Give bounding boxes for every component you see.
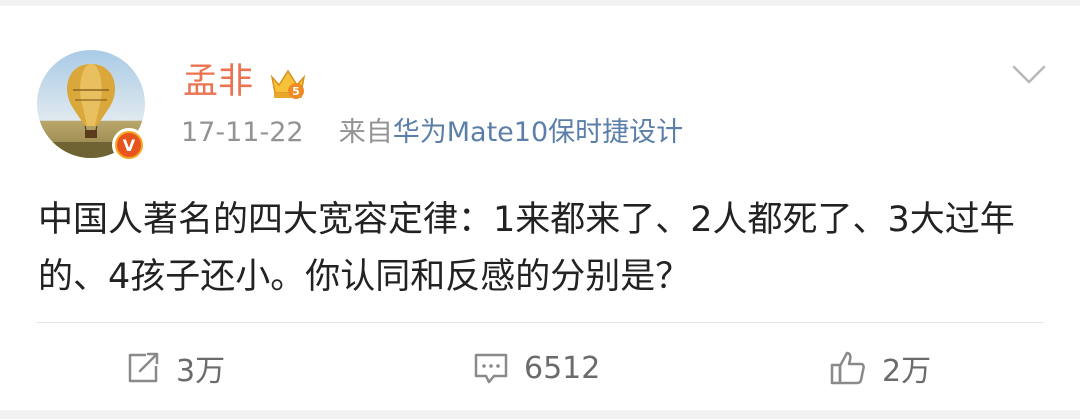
post-date: 17-11-22 (181, 117, 304, 148)
source-prefix: 来自 (338, 117, 393, 148)
weibo-post-card: V 孟非 5 17-11-22 来自华为Mate10保时捷设计 中国人著名的四大… (0, 6, 1080, 410)
comment-icon (474, 353, 508, 384)
verified-badge-label: V (117, 133, 141, 157)
like-count: 2万 (882, 354, 932, 389)
divider (36, 322, 1044, 323)
author-name[interactable]: 孟非 (183, 62, 253, 102)
post-meta: 17-11-22 来自华为Mate10保时捷设计 (181, 115, 683, 151)
post-source-link[interactable]: 华为Mate10保时捷设计 (393, 117, 683, 148)
vip-crown-icon[interactable]: 5 (268, 63, 308, 103)
post-content: 中国人著名的四大宽容定律：1来都来了、2人都死了、3大过年的、4孩子还小。你认同… (38, 200, 1015, 297)
like-button[interactable]: 2万 (828, 344, 931, 392)
repost-button[interactable]: 3万 (124, 344, 225, 392)
repost-count: 3万 (176, 354, 226, 389)
vip-level-text: 5 (292, 85, 300, 98)
thumbs-up-icon (830, 351, 865, 385)
comment-count: 6512 (524, 350, 601, 386)
comment-button[interactable]: 6512 (472, 344, 600, 392)
verified-badge: V (112, 128, 146, 162)
repost-icon (128, 352, 159, 383)
chevron-down-icon[interactable] (1012, 64, 1046, 86)
